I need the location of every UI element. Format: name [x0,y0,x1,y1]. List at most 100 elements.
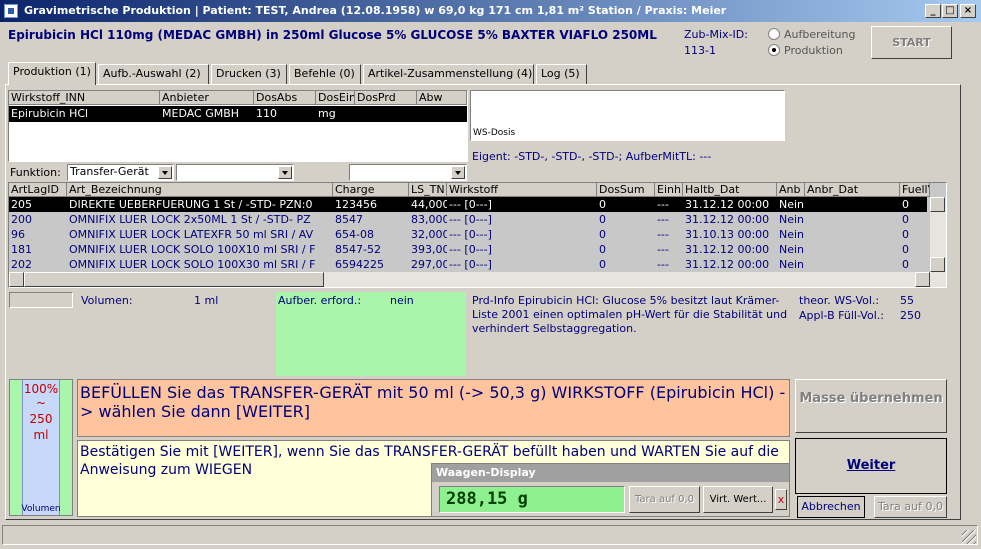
scroll-left-button[interactable] [9,272,24,287]
tab-befehle[interactable]: Befehle (0) [289,64,361,84]
resize-grip-icon[interactable] [962,530,976,544]
tab-aufb-auswahl[interactable]: Aufb.-Auswahl (2) [98,64,209,84]
cell: Nein [779,228,805,241]
scroll-down-button[interactable] [930,257,945,272]
instruction-box: BEFÜLLEN Sie das TRANSFER-GERÄT mit 50 m… [77,379,790,437]
gauge-label: Volumen [21,504,61,514]
table-row[interactable]: 96 OMNIFIX LUER LOCK LATEXFR 50 ml SRI /… [9,227,927,242]
col-header[interactable]: Abw [417,91,467,105]
cell: --- [0---] [449,228,492,241]
cell: OMNIFIX LUER LOCK SOLO 100X30 ml SRI / F [69,258,316,271]
table-row[interactable]: 202 OMNIFIX LUER LOCK SOLO 100X30 ml SRI… [9,257,927,272]
cell: 654-08 [335,228,374,241]
weiter-button[interactable]: Weiter [795,438,947,494]
funktion-label: Funktion: [10,166,61,179]
virt-wert-button[interactable]: Virt. Wert... [703,486,773,513]
cell: 83,000 [411,213,447,226]
col-header[interactable]: ArtLagID [9,183,67,197]
zubmix-value: 113-1 [684,44,716,57]
col-header[interactable]: Anbr_Dat [805,183,900,197]
col-header[interactable]: Anbieter [160,91,254,105]
cell: Nein [779,243,805,256]
zubmix-label: Zub-Mix-ID: [684,28,748,41]
cell: 0 [599,198,606,211]
cell: Epirubicin HCl [11,107,89,120]
col-header[interactable]: DosPrd [355,91,417,105]
cell: OMNIFIX LUER LOCK SOLO 100X10 ml SRI / F [69,243,316,256]
tab-log[interactable]: Log (5) [536,64,587,84]
col-header[interactable]: Anb [777,183,805,197]
cell: 0 [902,198,909,211]
cell: --- [657,243,669,256]
col-header[interactable]: DosSum [597,183,655,197]
tara-button[interactable]: Tara auf 0,0 [629,486,700,513]
funktion-select[interactable]: Transfer-Gerät [67,164,174,181]
filter-select-2[interactable] [176,164,294,181]
cell: --- [657,258,669,271]
minimize-button[interactable]: _ [925,4,941,18]
maximize-button[interactable]: □ [942,4,958,18]
tab-produktion[interactable]: Produktion (1) [8,62,96,85]
cell: MEDAC GMBH [162,107,240,120]
appl-b-vol-value: 250 [900,309,921,322]
cell: 0 [599,243,606,256]
aufber-value: nein [390,294,414,307]
scroll-thumb[interactable] [24,272,324,287]
volumen-label: Volumen: [81,294,133,307]
col-header[interactable]: LS_TN [409,183,447,197]
cell: 31.12.12 00:00 [685,213,770,226]
waagen-title: Waagen-Display [432,464,789,482]
cell: 0 [902,243,909,256]
theor-ws-vol-value: 55 [900,294,914,307]
tab-artikel-zusammenstellung[interactable]: Artikel-Zusammenstellung (4) [363,64,534,84]
cell: DIREKTE UEBERFUERUNG 1 St / -STD- PZN:0 [69,198,313,211]
close-icon[interactable]: x [775,489,787,510]
cell: 202 [11,258,32,271]
table-row[interactable]: 200 OMNIFIX LUER LOCK 2x50ML 1 St / -STD… [9,212,927,227]
filter-select-3[interactable] [349,164,467,181]
vertical-scrollbar[interactable] [930,197,946,272]
cell: 8547 [335,213,363,226]
cell: 0 [599,258,606,271]
cell: --- [0---] [449,213,492,226]
col-header[interactable]: DosEin [316,91,355,105]
col-header[interactable]: Haltb_Dat [683,183,777,197]
cell: mg [318,107,336,120]
wirkstoff-row-selected[interactable]: Epirubicin HCl MEDAC GMBH 110 mg [9,106,467,122]
start-button[interactable]: START [871,26,952,59]
radio-aufbereitung[interactable] [768,28,780,40]
col-header[interactable]: Einh [655,183,683,197]
volume-gauge: 100% ~ 250 ml Volumen [9,379,73,516]
col-header[interactable]: Art_Bezeichnung [67,183,333,197]
col-header[interactable]: Wirkstoff [447,183,597,197]
scroll-right-button[interactable] [915,272,930,287]
cell: 31.10.13 00:00 [685,228,770,241]
close-window-button[interactable]: × [960,4,976,18]
chevron-down-icon[interactable] [158,166,172,179]
cell: 8547-52 [335,243,381,256]
table-row[interactable]: 181 OMNIFIX LUER LOCK SOLO 100X10 ml SRI… [9,242,927,257]
horizontal-scrollbar[interactable] [9,272,946,287]
tara-auf-null-button[interactable]: Tara auf 0,0 [874,496,947,518]
masse-uebernehmen-button[interactable]: Masse übernehmen [795,379,947,433]
cell: 44,000 [411,198,447,211]
col-header[interactable]: Charge [333,183,409,197]
theor-ws-vol-label: theor. WS-Vol.: [799,294,880,307]
chevron-down-icon[interactable] [451,166,465,179]
scroll-up-button[interactable] [930,197,945,212]
radio-produktion[interactable] [768,44,780,56]
cell: OMNIFIX LUER LOCK 2x50ML 1 St / -STD- PZ [69,213,311,226]
col-header[interactable]: Wirkstoff_INN [9,91,160,105]
col-header[interactable]: FuellV [900,183,930,197]
tab-drucken[interactable]: Drucken (3) [211,64,287,84]
cell: 31.12.12 00:00 [685,198,770,211]
cell: 31.12.12 00:00 [685,258,770,271]
table-row-selected[interactable]: 205 DIREKTE UEBERFUERUNG 1 St / -STD- PZ… [9,197,927,212]
cell: 181 [11,243,32,256]
ws-dosis-box: WS-Dosis [470,90,785,141]
chevron-down-icon[interactable] [278,166,292,179]
cell: --- [0---] [449,258,492,271]
abbrechen-button[interactable]: Abbrechen [797,496,865,518]
wirkstoff-table: Wirkstoff_INN Anbieter DosAbs DosEin Dos… [8,90,468,162]
col-header[interactable]: DosAbs [254,91,316,105]
